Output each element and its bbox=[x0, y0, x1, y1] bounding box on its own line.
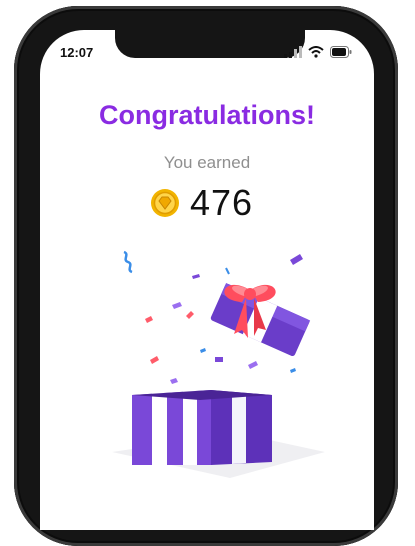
reward-amount-row: 476 bbox=[150, 182, 253, 224]
wifi-icon bbox=[308, 46, 324, 58]
headline: Congratulations! bbox=[99, 100, 315, 130]
signal-icon bbox=[284, 46, 302, 58]
notch bbox=[115, 30, 305, 58]
reward-amount: 476 bbox=[190, 182, 254, 223]
gift-box-icon bbox=[112, 250, 325, 478]
phone-screen: 12:07 Congratulations! You earned 476 bbox=[40, 30, 374, 530]
status-icons bbox=[284, 45, 352, 59]
status-time: 12:07 bbox=[60, 45, 94, 60]
earned-label: You earned bbox=[163, 153, 251, 172]
coin-icon bbox=[151, 189, 179, 217]
battery-icon bbox=[330, 46, 352, 58]
